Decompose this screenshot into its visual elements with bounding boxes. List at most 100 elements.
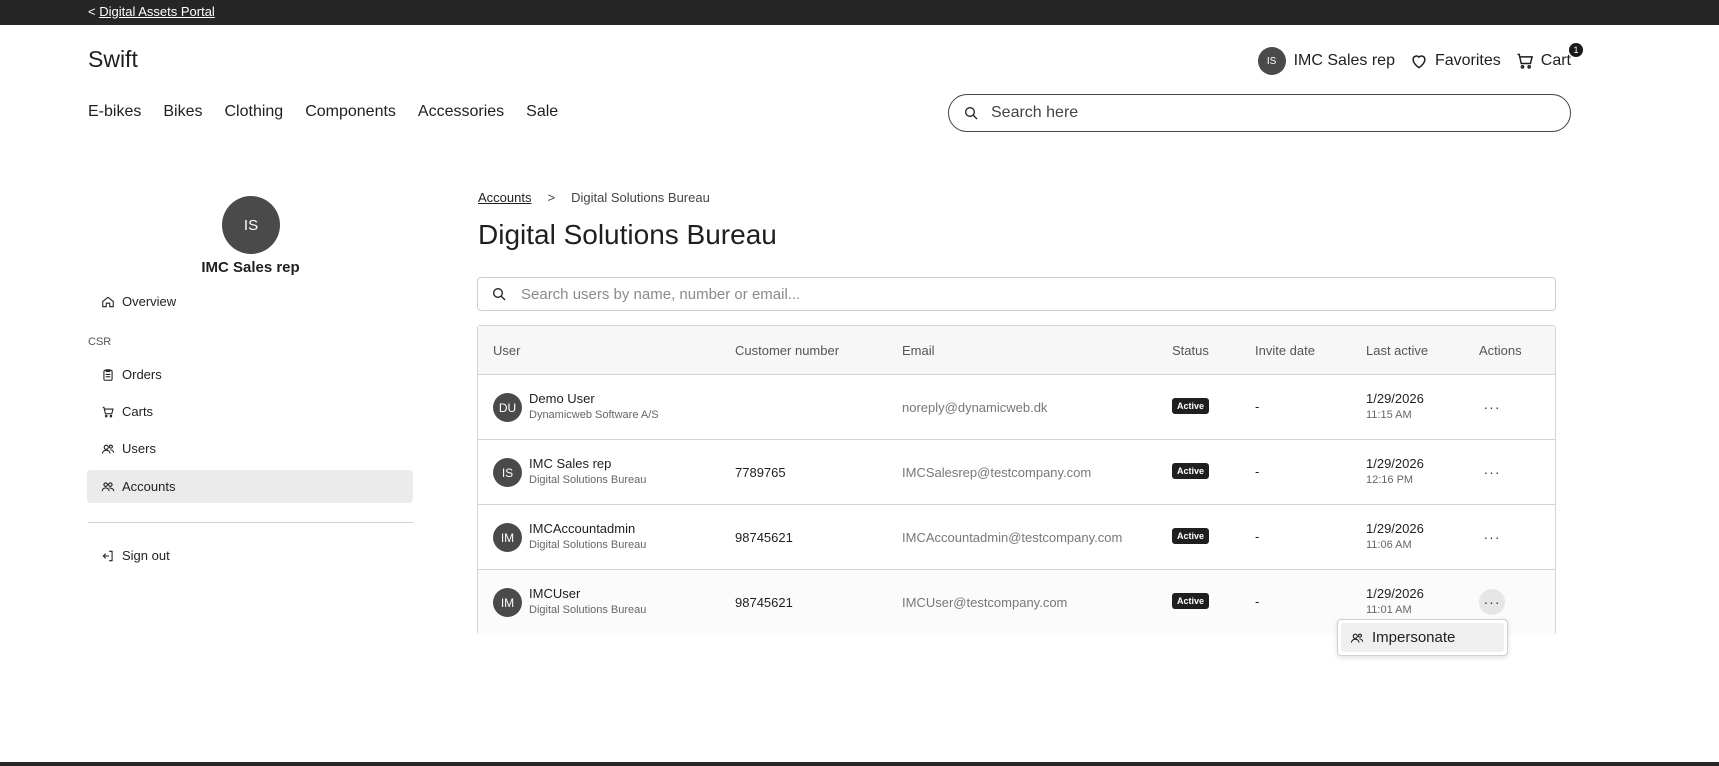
user-name: IMC Sales rep	[529, 456, 612, 471]
sign-out-icon	[102, 550, 113, 561]
user-avatar: DU	[493, 393, 522, 422]
status-badge: Active	[1172, 398, 1210, 414]
sidebar-item-label: Overview	[122, 294, 177, 309]
sign-out-button[interactable]: Sign out	[87, 539, 413, 572]
invite-date: -	[1255, 594, 1260, 609]
customer-number: 98745621	[735, 595, 793, 610]
user-name: Demo User	[529, 391, 595, 406]
last-active-time: 11:06 AM	[1366, 539, 1412, 551]
heart-icon	[1412, 55, 1426, 69]
nav-item-clothing[interactable]: Clothing	[224, 103, 283, 121]
header-actions: IS IMC Sales rep Favorites Cart 1	[1257, 43, 1583, 76]
sidebar-item-label: Carts	[122, 404, 154, 419]
cart-icon	[102, 406, 114, 417]
search-icon	[965, 107, 978, 120]
nav-item-sale[interactable]: Sale	[526, 103, 558, 121]
impersonate-icon	[1350, 633, 1364, 643]
last-active-time: 12:16 PM	[1366, 474, 1414, 486]
invite-date: -	[1255, 399, 1260, 414]
column-header-invite-date: Invite date	[1255, 343, 1315, 358]
users-icon	[101, 444, 115, 454]
column-header-status: Status	[1172, 343, 1209, 358]
sidebar-item-orders[interactable]: Orders	[87, 358, 413, 391]
row-actions-button[interactable]: ···	[1479, 459, 1505, 485]
page-title: Digital Solutions Bureau	[478, 219, 777, 250]
status-badge: Active	[1172, 528, 1210, 544]
nav-item-accessories[interactable]: Accessories	[418, 103, 504, 121]
sidebar-item-label: Orders	[122, 367, 162, 382]
accounts-icon	[101, 481, 115, 491]
sidebar-item-label: Users	[122, 441, 156, 456]
nav-item-components[interactable]: Components	[305, 103, 396, 121]
back-link-container: < Digital Assets Portal	[88, 4, 215, 19]
column-header-last-active: Last active	[1366, 343, 1429, 358]
last-active-date: 1/29/2026	[1366, 521, 1424, 536]
profile-name: IMC Sales rep	[201, 259, 300, 276]
user-search-input[interactable]	[521, 285, 1555, 303]
sidebar-item-carts[interactable]: Carts	[87, 395, 413, 428]
cart-icon	[1517, 53, 1533, 69]
nav-item-bikes[interactable]: Bikes	[163, 103, 202, 121]
invite-date: -	[1255, 529, 1260, 544]
cart-link[interactable]: Cart 1	[1515, 43, 1583, 71]
breadcrumb-current: Digital Solutions Bureau	[571, 190, 710, 205]
main-navigation: E-bikes Bikes Clothing Components Access…	[88, 103, 558, 121]
table-header: User Customer number Email Status Invite…	[478, 326, 1555, 375]
header-user-menu[interactable]: IS IMC Sales rep	[1257, 47, 1395, 75]
user-search	[477, 277, 1556, 311]
cart-label: Cart	[1540, 52, 1571, 69]
sidebar-item-overview[interactable]: Overview	[87, 285, 413, 318]
header-user-name: IMC Sales rep	[1293, 52, 1395, 69]
sidebar-item-accounts[interactable]: Accounts	[87, 470, 413, 503]
favorites-label: Favorites	[1434, 52, 1501, 69]
user-email: IMCSalesrep@testcompany.com	[902, 465, 1092, 480]
user-email: IMCUser@testcompany.com	[902, 595, 1068, 610]
sidebar-item-users[interactable]: Users	[87, 432, 413, 465]
users-table: User Customer number Email Status Invite…	[477, 325, 1556, 635]
sidebar-item-label: Accounts	[122, 479, 176, 494]
impersonate-label: Impersonate	[1372, 629, 1456, 646]
user-email: IMCAccountadmin@testcompany.com	[902, 530, 1123, 545]
header-avatar: IS	[1257, 47, 1286, 75]
site-search	[948, 94, 1571, 132]
favorites-link[interactable]: Favorites	[1409, 51, 1501, 71]
user-name: IMCAccountadmin	[529, 521, 636, 536]
breadcrumb: Accounts > Digital Solutions Bureau	[478, 190, 710, 205]
footer-bar	[0, 762, 1719, 766]
column-header-actions: Actions	[1479, 343, 1522, 358]
breadcrumb-separator: >	[547, 190, 556, 205]
back-prefix: <	[88, 4, 96, 19]
customer-number: 98745621	[735, 530, 793, 545]
nav-item-e-bikes[interactable]: E-bikes	[88, 103, 141, 121]
table-row: IS IMC Sales rep Digital Solutions Burea…	[478, 440, 1555, 505]
sidebar-section-label: CSR	[88, 336, 112, 348]
breadcrumb-accounts-link[interactable]: Accounts	[478, 190, 531, 205]
user-name: IMCUser	[529, 586, 581, 601]
sign-out-label: Sign out	[122, 548, 170, 563]
user-company: Digital Solutions Bureau	[529, 539, 647, 551]
user-company: Digital Solutions Bureau	[529, 604, 647, 616]
top-bar: < Digital Assets Portal	[0, 0, 1719, 25]
last-active-date: 1/29/2026	[1366, 391, 1424, 406]
clipboard-icon	[103, 368, 113, 381]
status-badge: Active	[1172, 593, 1210, 609]
user-company: Dynamicweb Software A/S	[529, 409, 659, 421]
user-avatar: IS	[493, 458, 522, 487]
last-active-time: 11:15 AM	[1366, 409, 1412, 421]
invite-date: -	[1255, 464, 1260, 479]
digital-assets-portal-link[interactable]: Digital Assets Portal	[99, 4, 215, 19]
row-actions-button[interactable]: ···	[1479, 394, 1505, 420]
site-logo[interactable]: Swift	[88, 46, 138, 73]
column-header-user: User	[493, 343, 521, 358]
row-actions-button[interactable]: ···	[1479, 524, 1505, 550]
home-icon	[102, 296, 114, 307]
customer-number: 7789765	[735, 465, 786, 480]
last-active-date: 1/29/2026	[1366, 586, 1424, 601]
row-actions-button[interactable]: ···	[1479, 589, 1505, 615]
status-badge: Active	[1172, 463, 1210, 479]
table-row: IM IMCAccountadmin Digital Solutions Bur…	[478, 505, 1555, 570]
search-icon	[493, 288, 506, 301]
site-search-input[interactable]	[991, 104, 1570, 122]
column-header-customer-number: Customer number	[735, 343, 840, 358]
impersonate-menu-item[interactable]: Impersonate	[1341, 623, 1504, 652]
